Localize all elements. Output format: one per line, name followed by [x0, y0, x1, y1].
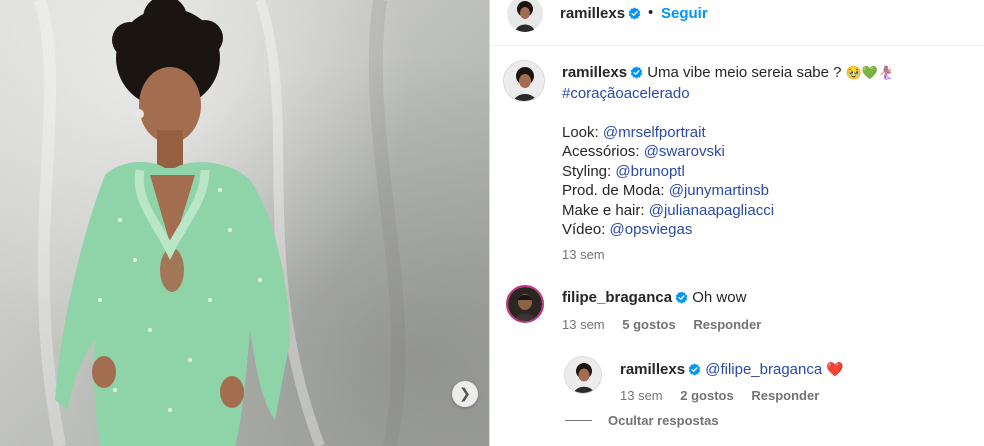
credit-line-accessories: Acessórios: @swarovski	[562, 142, 972, 162]
post-header: ramillexs • Seguir	[490, 0, 984, 46]
verified-badge-icon	[630, 66, 643, 79]
reply-item: ramillexs @filipe_braganca ❤️	[620, 360, 844, 381]
credit-line-look: Look: @mrselfportrait	[562, 123, 972, 143]
credit-mention-link[interactable]: @junymartinsb	[669, 182, 769, 199]
credit-mention-link[interactable]: @julianaapagliacci	[649, 202, 774, 219]
next-photo-button[interactable]: ❯	[452, 381, 478, 407]
hide-replies-line	[565, 420, 592, 421]
hide-replies-toggle[interactable]: Ocultar respostas	[565, 413, 719, 428]
comment-username[interactable]: filipe_braganca	[562, 289, 672, 306]
credit-mention-link[interactable]: @brunoptl	[615, 163, 684, 180]
credit-mention-link[interactable]: @swarovski	[644, 143, 725, 160]
caption-hashtag-link[interactable]: #coraçãoacelerado	[562, 84, 972, 104]
follow-button[interactable]: Seguir	[661, 5, 708, 22]
verified-badge-icon	[688, 363, 701, 376]
author-username-link[interactable]: ramillexs	[560, 5, 641, 22]
post-detail-pane: ramillexs • Seguir ramillexs Uma vibe me…	[490, 0, 984, 446]
credit-label: Look:	[562, 123, 599, 141]
comment-likes-button[interactable]: 5 gostos	[622, 317, 675, 332]
post-caption: ramillexs Uma vibe meio sereia sabe ? 🥹💚…	[562, 63, 972, 264]
verified-badge-icon	[628, 7, 641, 20]
caption-emojis: 🥹💚🧜🏽‍♀️	[845, 66, 895, 81]
caption-timestamp[interactable]: 13 sem	[562, 245, 972, 265]
reply-avatar[interactable]	[564, 356, 602, 394]
header-separator: •	[648, 4, 654, 21]
credit-label: Acessórios:	[562, 143, 640, 160]
comment-text: Oh wow	[692, 289, 747, 306]
comment-meta: 13 sem 5 gostos Responder	[562, 317, 775, 332]
author-avatar[interactable]	[507, 0, 543, 32]
credit-line-production: Prod. de Moda: @junymartinsb	[562, 181, 972, 201]
credit-line-makeup: Make e hair: @julianaapagliacci	[562, 201, 972, 221]
reply-username[interactable]: ramillexs	[620, 361, 685, 378]
reply-reply-button[interactable]: Responder	[751, 388, 819, 403]
reply-timestamp[interactable]: 13 sem	[620, 388, 663, 403]
caption-text: Uma vibe meio sereia sabe ?	[647, 64, 842, 81]
hide-replies-label: Ocultar respostas	[608, 413, 719, 428]
post-photo[interactable]: ❯	[0, 0, 489, 446]
credit-line-video: Vídeo: @opsviegas	[562, 220, 972, 240]
verified-badge-icon	[675, 291, 688, 304]
author-username: ramillexs	[560, 5, 626, 22]
credit-mention-link[interactable]: @opsviegas	[610, 221, 693, 238]
comment-timestamp[interactable]: 13 sem	[562, 317, 605, 332]
caption-username[interactable]: ramillexs	[562, 64, 627, 81]
reply-likes-button[interactable]: 2 gostos	[680, 388, 733, 403]
heart-emoji: ❤️	[826, 362, 844, 378]
credit-label: Make e hair:	[562, 201, 645, 219]
chevron-right-icon: ❯	[459, 386, 471, 402]
caption-avatar[interactable]	[503, 60, 545, 102]
photo-illustration	[34, 0, 406, 446]
reply-mention-link[interactable]: @filipe_braganca	[705, 361, 822, 378]
credit-mention-link[interactable]: @mrselfportrait	[603, 124, 706, 141]
reply-meta: 13 sem 2 gostos Responder	[620, 388, 833, 403]
credit-label: Styling:	[562, 162, 612, 180]
comment-reply-button[interactable]: Responder	[693, 317, 761, 332]
credit-label: Prod. de Moda:	[562, 182, 665, 199]
credit-line-styling: Styling: @brunoptl	[562, 162, 972, 182]
credit-label: Vídeo:	[562, 221, 606, 238]
commenter-avatar[interactable]	[506, 285, 544, 323]
comment-item: filipe_braganca Oh wow	[562, 288, 746, 308]
